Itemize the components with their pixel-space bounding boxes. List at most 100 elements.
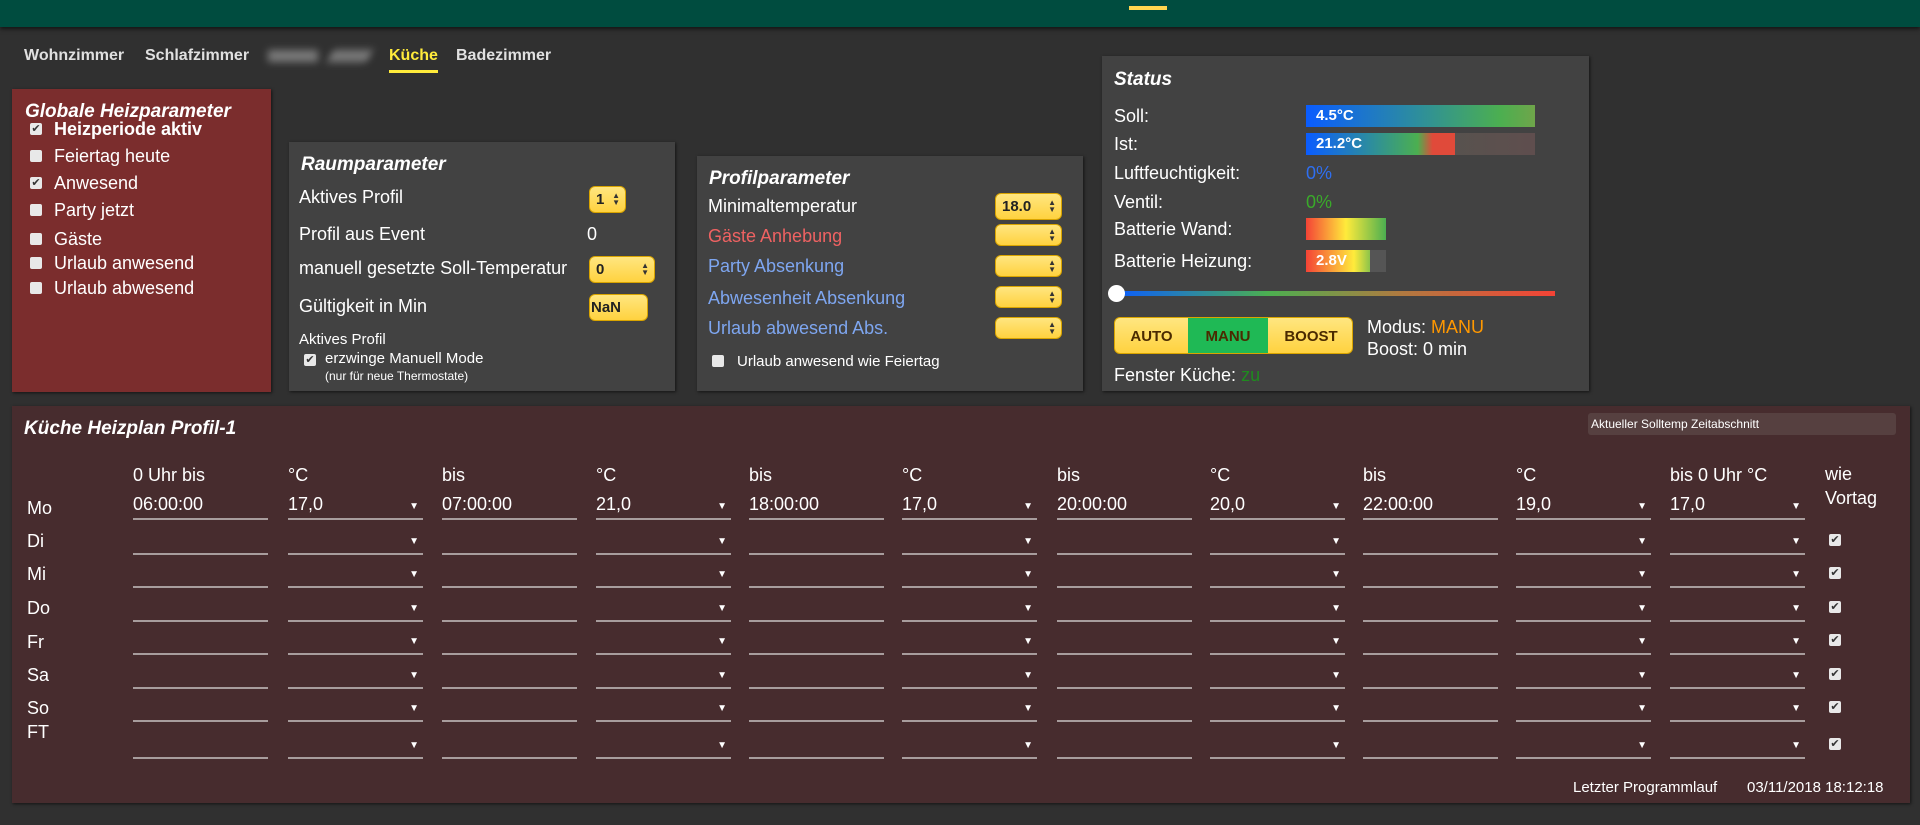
tab-kueche[interactable]: Küche [389, 47, 438, 73]
auto-button[interactable]: AUTO [1115, 318, 1188, 353]
temp-select[interactable]: ▼ [596, 594, 731, 622]
time-input[interactable] [1057, 694, 1192, 722]
temp-select[interactable]: ▼ [1516, 661, 1651, 689]
time-input[interactable] [1057, 731, 1192, 759]
time-input[interactable] [749, 731, 884, 759]
temp-select[interactable]: ▼ [1210, 594, 1345, 622]
vacation-lower-select[interactable]: ▲ ▼ [995, 317, 1062, 339]
time-input[interactable]: 18:00:00 [749, 492, 884, 520]
time-input[interactable] [133, 560, 268, 588]
time-input[interactable] [1057, 527, 1192, 555]
temp-select[interactable]: ▼ [902, 594, 1037, 622]
party-lower-select[interactable]: ▲ ▼ [995, 255, 1062, 277]
time-input[interactable] [1057, 560, 1192, 588]
time-input[interactable] [1363, 560, 1498, 588]
time-input[interactable]: 20:00:00 [1057, 492, 1192, 520]
temp-select[interactable]: 17,0 ▼ [1670, 492, 1805, 520]
time-input[interactable] [442, 661, 577, 689]
current-segment-field[interactable]: Aktueller Solltemp Zeitabschnitt [1588, 413, 1896, 435]
tab-badezimmer[interactable]: Badezimmer [456, 47, 551, 70]
manual-temp-select[interactable]: 0 ▲ ▼ [589, 256, 655, 283]
tab-schlafzimmer[interactable]: Schlafzimmer [145, 47, 249, 70]
temp-select[interactable]: ▼ [288, 560, 423, 588]
time-input[interactable]: 22:00:00 [1363, 492, 1498, 520]
global-checkbox[interactable] [30, 150, 42, 162]
temp-select[interactable]: ▼ [288, 527, 423, 555]
same-as-previous-checkbox[interactable]: ✔ [1829, 668, 1841, 680]
manu-button[interactable]: MANU [1188, 318, 1268, 353]
force-manual-checkbox[interactable]: ✔ [304, 354, 316, 366]
time-input[interactable] [442, 694, 577, 722]
time-input[interactable] [1363, 594, 1498, 622]
time-input[interactable] [1363, 694, 1498, 722]
time-input[interactable] [442, 527, 577, 555]
min-temp-select[interactable]: 18.0 ▲ ▼ [995, 193, 1062, 220]
temp-select[interactable]: ▼ [1210, 627, 1345, 655]
time-input[interactable] [1363, 527, 1498, 555]
temp-select[interactable]: ▼ [596, 627, 731, 655]
temp-select[interactable]: ▼ [902, 627, 1037, 655]
redacted-tab[interactable] [327, 50, 373, 62]
time-input[interactable] [133, 661, 268, 689]
absent-lower-select[interactable]: ▲ ▼ [995, 286, 1062, 308]
temp-select[interactable]: ▼ [1210, 694, 1345, 722]
time-input[interactable] [1057, 594, 1192, 622]
global-checkbox[interactable] [30, 282, 42, 294]
temp-select[interactable]: ▼ [596, 560, 731, 588]
time-input[interactable] [133, 527, 268, 555]
boost-button[interactable]: BOOST [1268, 318, 1352, 353]
time-input[interactable] [749, 627, 884, 655]
time-input[interactable] [442, 731, 577, 759]
temp-select[interactable]: 19,0 ▼ [1516, 492, 1651, 520]
temp-select[interactable]: ▼ [596, 731, 731, 759]
temp-select[interactable]: 17,0 ▼ [288, 492, 423, 520]
temp-select[interactable]: ▼ [1516, 527, 1651, 555]
time-input[interactable]: 06:00:00 [133, 492, 268, 520]
temp-select[interactable]: ▼ [288, 627, 423, 655]
validity-input[interactable]: NaN [589, 294, 648, 321]
temp-select[interactable]: ▼ [1210, 560, 1345, 588]
time-input[interactable] [1363, 731, 1498, 759]
time-input[interactable] [749, 560, 884, 588]
temp-select[interactable]: ▼ [902, 694, 1037, 722]
same-as-previous-checkbox[interactable]: ✔ [1829, 567, 1841, 579]
temp-select[interactable]: ▼ [288, 731, 423, 759]
temp-select[interactable]: ▼ [1516, 594, 1651, 622]
time-input[interactable] [133, 694, 268, 722]
time-input[interactable] [133, 731, 268, 759]
time-input[interactable] [133, 594, 268, 622]
time-input[interactable] [442, 560, 577, 588]
same-as-previous-checkbox[interactable]: ✔ [1829, 534, 1841, 546]
time-input[interactable] [1057, 661, 1192, 689]
global-checkbox[interactable]: ✔ [30, 123, 42, 135]
temp-select[interactable]: ▼ [1670, 694, 1805, 722]
global-checkbox[interactable] [30, 257, 42, 269]
temp-select[interactable]: 21,0 ▼ [596, 492, 731, 520]
time-input[interactable] [442, 594, 577, 622]
temp-select[interactable]: ▼ [596, 527, 731, 555]
time-input[interactable] [749, 694, 884, 722]
temp-select[interactable]: ▼ [1516, 560, 1651, 588]
time-input[interactable] [133, 627, 268, 655]
temp-select[interactable]: 17,0 ▼ [902, 492, 1037, 520]
same-as-previous-checkbox[interactable]: ✔ [1829, 634, 1841, 646]
temp-select[interactable]: ▼ [902, 731, 1037, 759]
temp-select[interactable]: ▼ [288, 661, 423, 689]
redacted-tab[interactable] [268, 50, 318, 62]
time-input[interactable]: 07:00:00 [442, 492, 577, 520]
temp-select[interactable]: ▼ [1516, 694, 1651, 722]
slider-handle[interactable] [1108, 285, 1125, 302]
time-input[interactable] [749, 594, 884, 622]
same-as-previous-checkbox[interactable]: ✔ [1829, 738, 1841, 750]
temp-select[interactable]: ▼ [1210, 527, 1345, 555]
temp-select[interactable]: ▼ [1670, 661, 1805, 689]
temp-select[interactable]: ▼ [596, 694, 731, 722]
temp-select[interactable]: ▼ [1516, 731, 1651, 759]
time-input[interactable] [1057, 627, 1192, 655]
temp-select[interactable]: ▼ [1670, 594, 1805, 622]
temp-select[interactable]: ▼ [1670, 731, 1805, 759]
global-checkbox[interactable] [30, 233, 42, 245]
tab-wohnzimmer[interactable]: Wohnzimmer [24, 47, 124, 70]
temp-select[interactable]: ▼ [1670, 627, 1805, 655]
global-checkbox[interactable]: ✔ [30, 177, 42, 189]
